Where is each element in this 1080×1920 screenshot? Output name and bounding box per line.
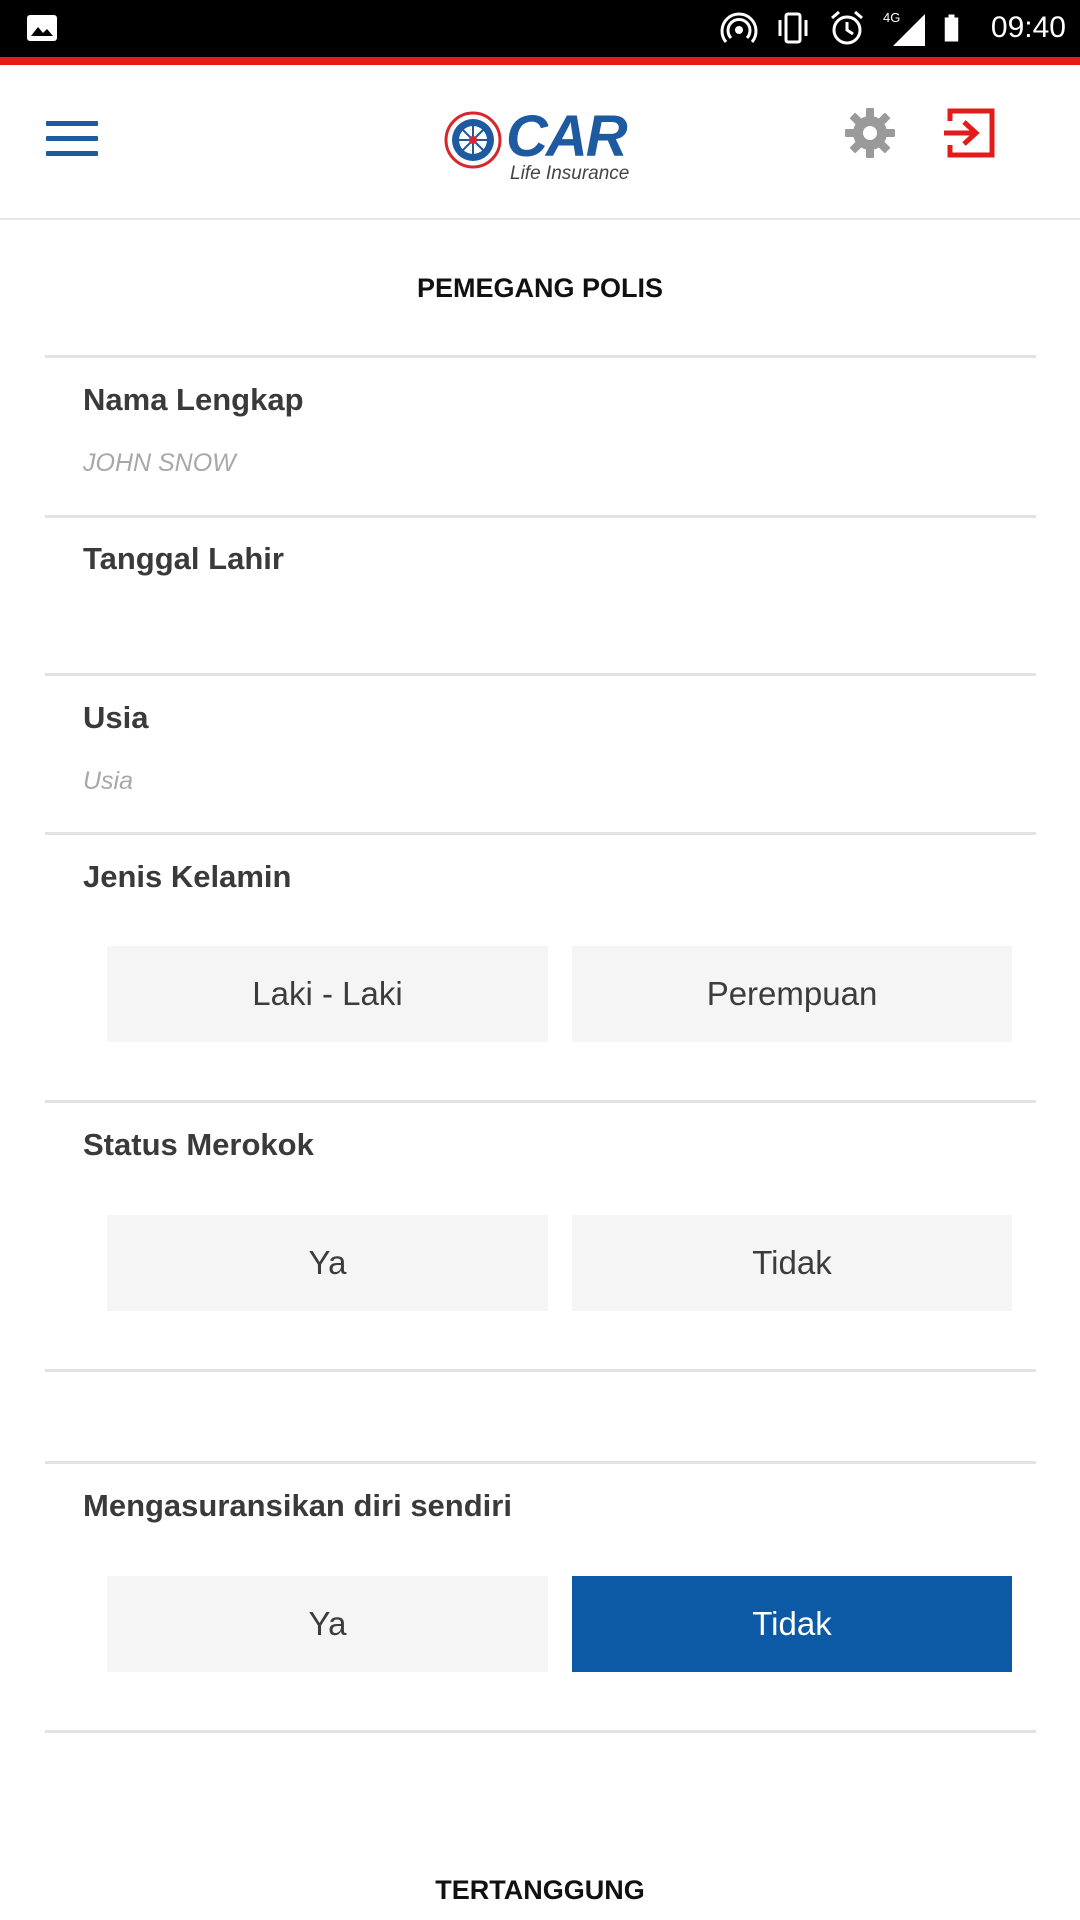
hamburger-line: [46, 136, 98, 141]
status-bar: 4G 09:40: [0, 0, 1080, 65]
gear-icon[interactable]: [842, 105, 898, 161]
gender-male-button[interactable]: Laki - Laki: [107, 946, 548, 1042]
clock: 09:40: [990, 11, 1066, 44]
full-name-input[interactable]: [83, 441, 983, 485]
section-title-policy-holder: PEMEGANG POLIS: [416, 273, 664, 303]
app-header: CAR Life Insurance: [0, 65, 1080, 220]
age-input[interactable]: [83, 759, 983, 803]
divider: [45, 673, 1036, 676]
logo-subtitle: Life Insurance: [510, 163, 630, 184]
battery-icon: [944, 14, 959, 42]
divider: [45, 1730, 1036, 1733]
birth-date-label: Tanggal Lahir: [83, 541, 284, 576]
smoking-yes-button[interactable]: Ya: [107, 1215, 548, 1311]
gender-female-button[interactable]: Perempuan: [572, 946, 1012, 1042]
divider: [45, 832, 1036, 835]
hamburger-line: [46, 121, 98, 126]
smoking-status-label: Status Merokok: [83, 1127, 314, 1162]
divider: [45, 355, 1036, 358]
status-icons: 4G 09:40: [719, 8, 1066, 48]
divider: [45, 515, 1036, 518]
signal-icon: 4G: [883, 10, 925, 46]
hotspot-icon: [720, 12, 758, 43]
accent-bar: [0, 57, 1080, 65]
insure-self-label: Mengasuransikan diri sendiri: [83, 1488, 512, 1523]
hamburger-line: [46, 151, 98, 156]
svg-text:4G: 4G: [883, 10, 900, 25]
divider: [45, 1461, 1036, 1464]
insure-self-yes-button[interactable]: Ya: [107, 1576, 548, 1672]
logo-emblem-icon: [444, 111, 502, 169]
alarm-icon: [830, 10, 863, 45]
smoking-no-button[interactable]: Tidak: [572, 1215, 1012, 1311]
vibrate-icon: [778, 12, 808, 44]
divider: [45, 1369, 1036, 1372]
image-icon: [27, 15, 57, 41]
section-title-insured: TERTANGGUNG: [435, 1875, 645, 1905]
car-logo: CAR Life Insurance: [444, 104, 644, 185]
divider: [45, 1100, 1036, 1103]
logo-text: CAR: [506, 104, 628, 169]
hamburger-icon[interactable]: [46, 121, 98, 161]
age-label: Usia: [83, 700, 149, 735]
full-name-label: Nama Lengkap: [83, 382, 304, 417]
gender-label: Jenis Kelamin: [83, 859, 292, 894]
birth-date-input[interactable]: [83, 600, 983, 644]
insure-self-no-button[interactable]: Tidak: [572, 1576, 1012, 1672]
logout-icon[interactable]: [940, 103, 1000, 163]
